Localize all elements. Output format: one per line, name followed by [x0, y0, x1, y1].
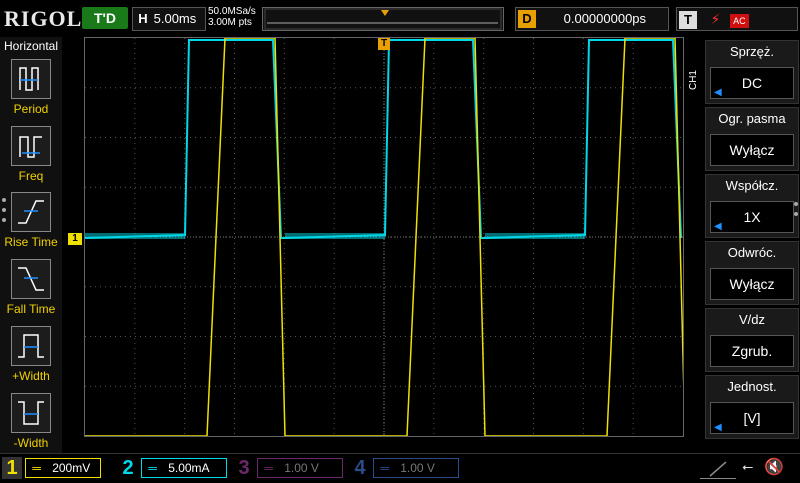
fall-time-icon: [11, 259, 51, 299]
measure-freq-button[interactable]: Freq: [0, 126, 62, 183]
freq-icon: [11, 126, 51, 166]
timebase-label: H: [138, 11, 148, 26]
menu-probe-value: ◀ 1X: [710, 201, 794, 233]
dc-coupling-icon: ═: [32, 461, 41, 475]
waveform-display[interactable]: [84, 37, 686, 437]
menu-unit-title: Jednost.: [727, 379, 777, 394]
menu-coupling[interactable]: Sprzęż. ◀ DC: [705, 40, 799, 104]
menu-volts-div[interactable]: V/dz Zgrub.: [705, 308, 799, 372]
channel-2-status[interactable]: 2 ═ 5.00mA: [118, 457, 228, 479]
channel-1-status[interactable]: 1 ═ 200mV: [2, 457, 102, 479]
menu-invert-title: Odwróc.: [727, 245, 777, 260]
top-status-bar: RIGOL T'D H 5.00ms 50.0MSa/s 3.00M pts D…: [0, 0, 800, 36]
rise-time-icon: [11, 192, 51, 232]
trigger-time-marker[interactable]: T: [378, 38, 390, 50]
menu-bandwidth-title: Ogr. pasma: [718, 111, 786, 126]
pos-width-label: +Width: [12, 369, 50, 383]
channel-3-scale: 1.00 V: [284, 461, 319, 475]
trigger-readout[interactable]: T ⚡ AC: [676, 7, 798, 31]
horizontal-measure-panel: Horizontal Period Freq Rise Time Fall Ti…: [0, 37, 62, 453]
channel-4-scale: 1.00 V: [400, 461, 435, 475]
channel-4-number: 4: [354, 457, 366, 479]
ch2-noise-band: [85, 233, 185, 239]
period-label: Period: [13, 102, 49, 116]
trigger-position-readout[interactable]: D 0.00000000ps: [515, 7, 669, 31]
menu-bandwidth-limit[interactable]: Ogr. pasma Wyłącz: [705, 107, 799, 171]
memory-waveform-overview: [264, 8, 502, 30]
neg-width-icon: [11, 393, 51, 433]
channel-4-status[interactable]: 4 ═ 1.00 V: [350, 457, 460, 479]
menu-volts-div-value: Zgrub.: [710, 335, 794, 367]
channel-1-scale: 200mV: [52, 461, 91, 475]
ch2-noise-band: [485, 233, 585, 239]
timebase-readout[interactable]: H 5.00ms: [132, 7, 206, 31]
menu-probe-ratio[interactable]: Współcz. ◀ 1X: [705, 174, 799, 238]
menu-invert[interactable]: Odwróc. Wyłącz: [705, 241, 799, 305]
menu-unit-value: ◀ [V]: [710, 402, 794, 434]
period-icon: [11, 59, 51, 99]
delay-label: D: [518, 10, 536, 28]
select-arrow-icon: ◀: [714, 221, 722, 232]
measure-fall-time-button[interactable]: Fall Time: [0, 259, 62, 316]
usb-icon: ⭠: [742, 458, 754, 474]
delay-value: 0.00000000ps: [563, 11, 647, 26]
memory-depth: 3.00M pts: [208, 17, 252, 28]
rigol-logo: RIGOL: [4, 6, 83, 31]
rising-edge-icon: ⚡: [710, 11, 721, 27]
channel-2-number: 2: [122, 457, 134, 479]
memory-overview-bar[interactable]: [262, 7, 504, 31]
freq-label: Freq: [18, 169, 44, 183]
right-panel-channel-label: CH1: [688, 70, 699, 91]
ch2-noise-band: [285, 233, 385, 239]
menu-bandwidth-value: Wyłącz: [710, 134, 794, 166]
channel-2-scale: 5.00mA: [168, 461, 210, 475]
ch1-level-marker[interactable]: 1: [68, 233, 82, 245]
select-arrow-icon: ◀: [714, 422, 722, 433]
speaker-muted-icon[interactable]: 🔇: [764, 457, 784, 477]
channel-3-number: 3: [238, 457, 250, 479]
timebase-value: 5.00ms: [153, 11, 197, 26]
select-arrow-icon: ◀: [714, 87, 722, 98]
acquisition-info: 50.0MSa/s 3.00M pts: [208, 6, 256, 28]
channel-menu-panel: Sprzęż. ◀ DC Ogr. pasma Wyłącz Współcz. …: [702, 37, 800, 453]
left-panel-title: Horizontal: [3, 39, 59, 53]
ch2-waveform: [84, 39, 682, 239]
menu-probe-title: Współcz.: [725, 178, 779, 193]
menu-expand-icon[interactable]: [700, 458, 736, 479]
pos-width-icon: [11, 326, 51, 366]
channel-1-number: 1: [2, 457, 22, 479]
run-status-badge[interactable]: T'D: [82, 7, 128, 29]
trigger-coupling-badge: AC: [730, 13, 749, 28]
dc-coupling-icon: ═: [380, 461, 389, 475]
measure-pos-width-button[interactable]: +Width: [0, 326, 62, 383]
menu-unit[interactable]: Jednost. ◀ [V]: [705, 375, 799, 439]
measure-period-button[interactable]: Period: [0, 59, 62, 116]
left-scroll-dots-icon: [2, 198, 6, 222]
menu-invert-value: Wyłącz: [710, 268, 794, 300]
fall-time-label: Fall Time: [6, 302, 56, 316]
menu-coupling-title: Sprzęż.: [729, 44, 775, 59]
waveform-canvas: [84, 37, 686, 437]
dc-coupling-icon: ═: [264, 461, 273, 475]
sample-rate: 50.0MSa/s: [208, 6, 256, 17]
memory-trigger-marker-icon: [381, 10, 389, 16]
rise-time-label: Rise Time: [4, 235, 58, 249]
channel-3-status[interactable]: 3 ═ 1.00 V: [234, 457, 344, 479]
measure-neg-width-button[interactable]: -Width: [0, 393, 62, 450]
channel-status-bar: 1 ═ 200mV 2 ═ 5.00mA 3 ═ 1.00 V 4 ═ 1.00…: [0, 453, 800, 481]
dc-coupling-icon: ═: [148, 461, 157, 475]
menu-coupling-value: ◀ DC: [710, 67, 794, 99]
menu-volts-div-title: V/dz: [738, 312, 765, 327]
neg-width-label: -Width: [13, 436, 49, 450]
trigger-label: T: [679, 11, 697, 29]
right-scroll-dots-icon: [794, 202, 798, 216]
